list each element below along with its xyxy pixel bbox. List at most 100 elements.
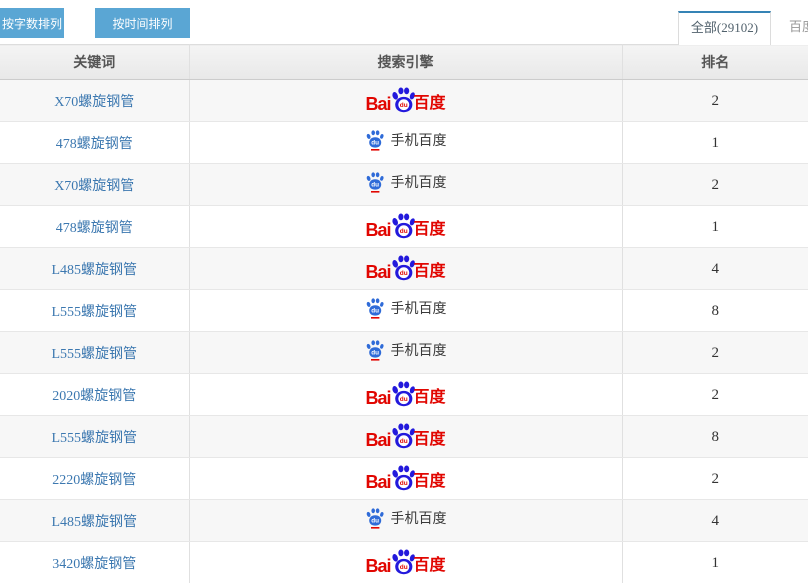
rank-table: 关键词 搜索引擎 排名 X70螺旋钢管 Bai du 百度 2 <box>0 44 808 583</box>
keyword-link[interactable]: 2020螺旋钢管 <box>52 389 136 404</box>
baidu-paw-icon: du <box>390 423 416 449</box>
search-engine-cell: du 手机百度 <box>189 164 622 206</box>
mobile-baidu-engine: du 手机百度 <box>365 296 447 320</box>
search-engine-cell: du 手机百度 <box>189 332 622 374</box>
search-engine-cell: du 手机百度 <box>189 290 622 332</box>
svg-text:du: du <box>399 228 407 235</box>
mobile-baidu-label: 手机百度 <box>391 298 447 318</box>
rank-value: 4 <box>712 513 720 529</box>
search-engine-cell: du 手机百度 <box>189 122 622 164</box>
search-engine-cell: Bai du 百度 <box>189 458 622 500</box>
keyword-cell: 2220螺旋钢管 <box>0 458 189 500</box>
mobile-baidu-label: 手机百度 <box>391 130 447 150</box>
keyword-cell: L555螺旋钢管 <box>0 416 189 458</box>
sort-by-time-button[interactable]: 按时间排列 <box>95 8 190 38</box>
table-row: L555螺旋钢管 du 手机百度 8 <box>0 290 808 332</box>
sort-by-wordcount-button[interactable]: 按字数排列 <box>0 8 64 38</box>
baidu-desktop-logo: Bai du 百度 <box>365 255 445 281</box>
mobile-baidu-label: 手机百度 <box>391 508 447 528</box>
rank-cell: 2 <box>622 332 808 374</box>
keyword-cell: 2020螺旋钢管 <box>0 374 189 416</box>
baidu-desktop-logo: Bai du 百度 <box>365 87 445 113</box>
keyword-link[interactable]: L555螺旋钢管 <box>51 347 137 362</box>
table-row: L555螺旋钢管 Bai du 百度 8 <box>0 416 808 458</box>
rank-value: 2 <box>712 387 720 403</box>
rank-cell: 1 <box>622 206 808 248</box>
baidu-logo-cn-text: 百度 <box>414 222 446 239</box>
table-row: L485螺旋钢管 Bai du 百度 4 <box>0 248 808 290</box>
search-engine-cell: Bai du 百度 <box>189 80 622 122</box>
search-engine-cell: Bai du 百度 <box>189 416 622 458</box>
mobile-baidu-paw-icon: du <box>365 506 385 530</box>
mobile-baidu-engine: du 手机百度 <box>365 338 447 362</box>
search-engine-cell: Bai du 百度 <box>189 206 622 248</box>
tab-baidu[interactable]: 百度 <box>771 11 808 45</box>
mobile-baidu-engine: du 手机百度 <box>365 506 447 530</box>
keyword-link[interactable]: 2220螺旋钢管 <box>52 473 136 488</box>
keyword-cell: X70螺旋钢管 <box>0 80 189 122</box>
baidu-desktop-logo: Bai du 百度 <box>365 213 445 239</box>
baidu-logo-bai-text: Bai <box>365 221 390 239</box>
baidu-paw-icon: du <box>390 213 416 239</box>
rank-cell: 8 <box>622 290 808 332</box>
svg-text:du: du <box>399 438 407 445</box>
tab-all-engines[interactable]: 全部(29102) <box>678 11 771 45</box>
table-row: L555螺旋钢管 du 手机百度 2 <box>0 332 808 374</box>
mobile-baidu-engine: du 手机百度 <box>365 170 447 194</box>
rank-value: 1 <box>712 135 720 151</box>
keyword-link[interactable]: X70螺旋钢管 <box>54 179 134 194</box>
keyword-link[interactable]: L485螺旋钢管 <box>51 263 137 278</box>
keyword-link[interactable]: 478螺旋钢管 <box>56 221 133 236</box>
rank-value: 2 <box>712 471 720 487</box>
keyword-link[interactable]: L555螺旋钢管 <box>51 431 137 446</box>
baidu-desktop-logo: Bai du 百度 <box>365 423 445 449</box>
baidu-logo-bai-text: Bai <box>365 263 390 281</box>
rank-cell: 1 <box>622 542 808 583</box>
mobile-baidu-paw-icon: du <box>365 338 385 362</box>
svg-text:du: du <box>371 140 379 147</box>
svg-text:du: du <box>399 396 407 403</box>
rank-cell: 2 <box>622 374 808 416</box>
baidu-logo-cn-text: 百度 <box>414 264 446 281</box>
baidu-logo-cn-text: 百度 <box>414 390 446 407</box>
table-row: 3420螺旋钢管 Bai du 百度 1 <box>0 542 808 583</box>
baidu-paw-icon: du <box>390 255 416 281</box>
mobile-baidu-label: 手机百度 <box>391 340 447 360</box>
baidu-logo-bai-text: Bai <box>365 95 390 113</box>
baidu-paw-icon: du <box>390 381 416 407</box>
keyword-cell: X70螺旋钢管 <box>0 164 189 206</box>
keyword-cell: 3420螺旋钢管 <box>0 542 189 583</box>
baidu-desktop-logo: Bai du 百度 <box>365 465 445 491</box>
svg-text:du: du <box>399 564 407 571</box>
keyword-cell: L485螺旋钢管 <box>0 500 189 542</box>
keyword-link[interactable]: L485螺旋钢管 <box>51 515 137 530</box>
svg-text:du: du <box>399 102 407 109</box>
baidu-logo-cn-text: 百度 <box>414 558 446 575</box>
keyword-link[interactable]: 3420螺旋钢管 <box>52 557 136 572</box>
mobile-baidu-engine: du 手机百度 <box>365 128 447 152</box>
baidu-logo-bai-text: Bai <box>365 473 390 491</box>
keyword-link[interactable]: 478螺旋钢管 <box>56 137 133 152</box>
baidu-paw-icon: du <box>390 549 416 575</box>
mobile-baidu-label: 手机百度 <box>391 172 447 192</box>
svg-text:du: du <box>371 182 379 189</box>
rank-value: 2 <box>712 93 720 109</box>
rank-cell: 2 <box>622 80 808 122</box>
baidu-logo-bai-text: Bai <box>365 557 390 575</box>
baidu-paw-icon: du <box>390 465 416 491</box>
rank-value: 8 <box>712 303 720 319</box>
keyword-link[interactable]: L555螺旋钢管 <box>51 305 137 320</box>
keyword-cell: 478螺旋钢管 <box>0 206 189 248</box>
rank-value: 1 <box>712 219 720 235</box>
table-row: 478螺旋钢管 du 手机百度 1 <box>0 122 808 164</box>
column-header-rank: 排名 <box>622 45 808 80</box>
baidu-desktop-logo: Bai du 百度 <box>365 549 445 575</box>
rank-value: 2 <box>712 177 720 193</box>
table-header-row: 关键词 搜索引擎 排名 <box>0 45 808 80</box>
baidu-logo-cn-text: 百度 <box>414 96 446 113</box>
baidu-paw-icon: du <box>390 87 416 113</box>
keyword-link[interactable]: X70螺旋钢管 <box>54 95 134 110</box>
table-row: X70螺旋钢管 Bai du 百度 2 <box>0 80 808 122</box>
baidu-logo-cn-text: 百度 <box>414 432 446 449</box>
search-engine-cell: Bai du 百度 <box>189 542 622 583</box>
